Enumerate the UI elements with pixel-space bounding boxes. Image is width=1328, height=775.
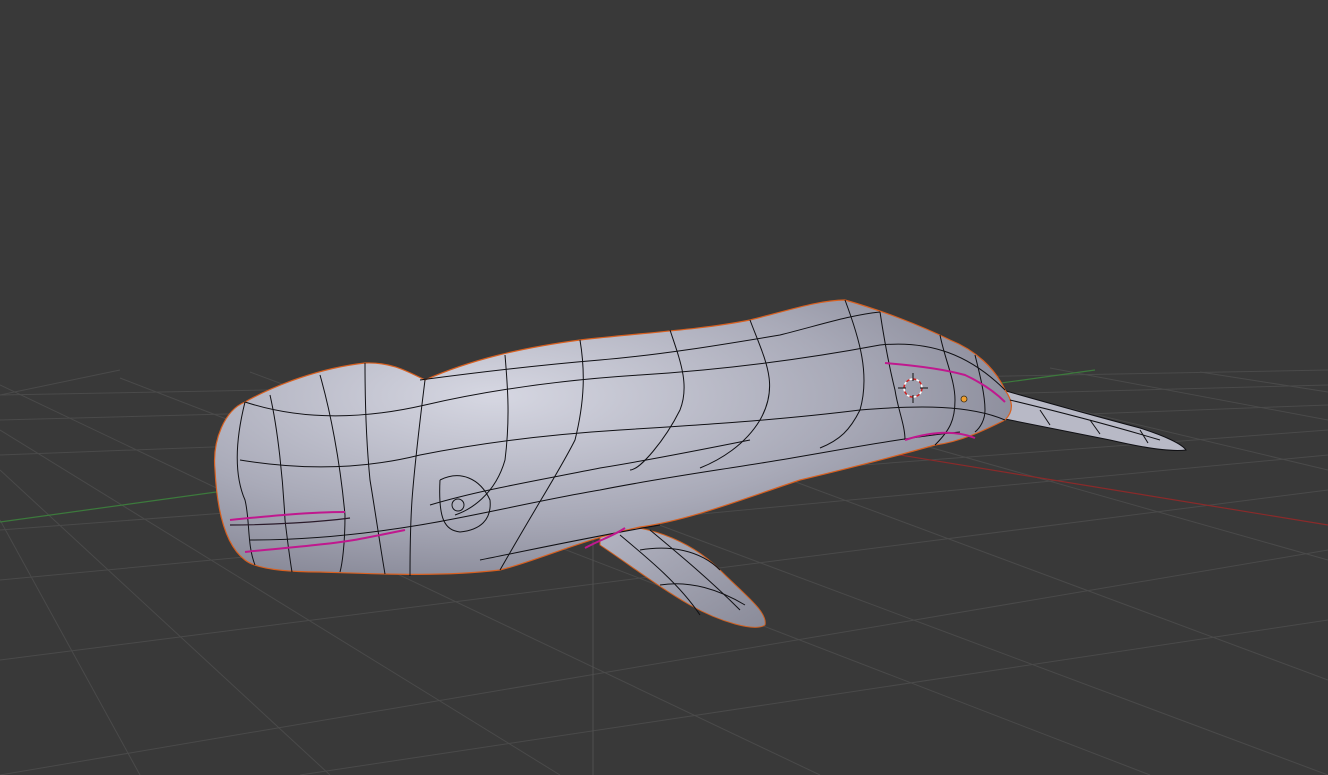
tail-fluke[interactable] [984, 384, 1187, 451]
pectoral-fin[interactable] [599, 525, 766, 628]
3d-viewport[interactable] [0, 0, 1328, 775]
object-origin-dot[interactable] [960, 395, 968, 403]
viewport-canvas[interactable] [0, 0, 1328, 775]
whale-mesh[interactable] [213, 299, 1187, 628]
